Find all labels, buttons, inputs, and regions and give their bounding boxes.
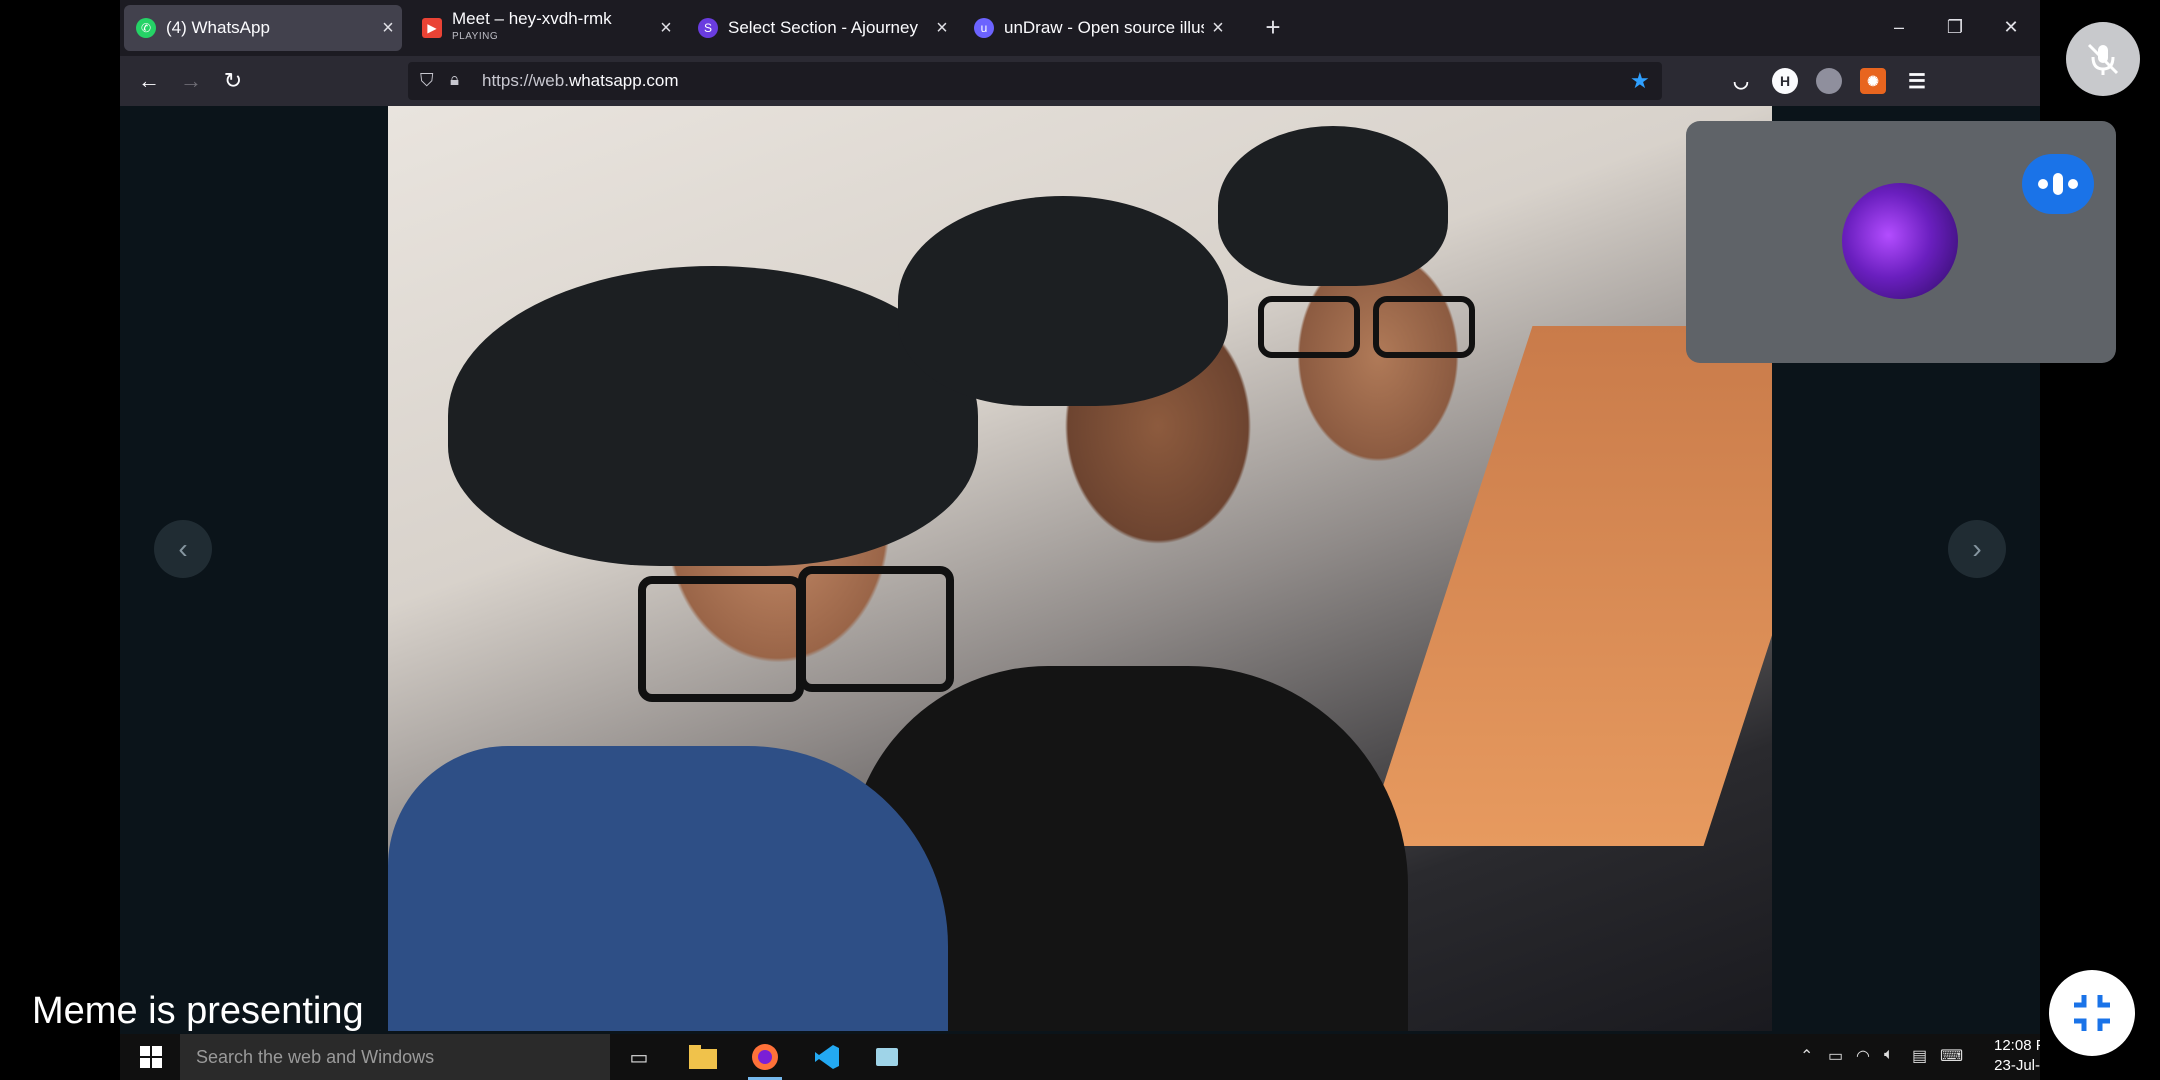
tab-meet[interactable]: ▶ Meet – hey-xvdh-rmk PLAYING × [410,5,680,51]
exit-fullscreen-icon [2074,995,2110,1031]
participant-avatar [1842,183,1958,299]
glasses-shape [1258,296,1360,358]
lock-icon[interactable]: 🔒︎ [450,70,459,90]
search-placeholder: Search the web and Windows [196,1047,435,1067]
windows-start-icon[interactable] [134,1040,168,1074]
presenting-label: Meme is presenting [32,990,364,1032]
forward-button[interactable]: → [174,64,208,98]
wifi-icon[interactable]: ◠ [1856,1046,1870,1066]
bookmark-star-icon[interactable]: ★ [1630,68,1650,94]
next-media-button[interactable]: › [1948,520,2006,578]
notifications-icon[interactable]: ▤ [1912,1046,1927,1066]
url-bar[interactable]: ⛉ 🔒︎ https://web.whatsapp.com ★ [408,62,1662,100]
restore-button[interactable]: ❐ [1932,10,1978,44]
windows-taskbar: Search the web and Windows ▭ ⌃ ▭ ◠ 🔈︎ ▤ … [120,1034,2040,1080]
hair-shape [898,196,1228,406]
close-icon[interactable]: × [1204,17,1232,40]
tab-label: (4) WhatsApp [166,18,270,37]
glasses-shape [1373,296,1475,358]
ajourney-icon: S [698,18,718,38]
tab-playing-label: PLAYING [452,31,499,42]
mic-off-icon [2087,43,2119,75]
pocket-icon[interactable]: ◡ [1728,68,1754,94]
url-text: https://web.whatsapp.com [482,71,679,90]
vscode-icon[interactable] [810,1040,844,1074]
close-icon[interactable]: × [928,17,956,40]
tab-whatsapp[interactable]: ✆ (4) WhatsApp × [124,5,402,51]
minimize-button[interactable]: – [1876,10,1922,44]
meet-participant-tile[interactable] [1686,121,2116,363]
file-explorer-icon[interactable] [686,1040,720,1074]
close-icon[interactable]: × [374,17,402,40]
previous-media-button[interactable]: ‹ [154,520,212,578]
firefox-icon[interactable] [748,1040,782,1080]
tab-label: unDraw - Open source illustratio [1004,18,1204,37]
speaking-indicator-icon [2022,154,2094,214]
desk-shape [1363,326,1772,846]
reload-button[interactable]: ↻ [216,64,250,98]
glasses-shape [638,576,804,702]
keyboard-icon[interactable]: ⌨ [1940,1046,1963,1066]
undraw-icon: u [974,18,994,38]
tab-undraw[interactable]: u unDraw - Open source illustratio × [962,5,1232,51]
clock-time: 12:08 P [1994,1037,2040,1054]
taskbar-search[interactable]: Search the web and Windows [180,1034,610,1080]
shirt-shape [388,746,948,1031]
extension-gear-icon[interactable]: ✺ [1860,68,1886,94]
clock-date: 23-Jul- [1994,1057,2040,1074]
meet-icon: ▶ [422,18,442,38]
glasses-shape [798,566,954,692]
exit-fullscreen-button[interactable] [2049,970,2135,1056]
browser-nav-bar: ← → ↻ ⛉ 🔒︎ https://web.whatsapp.com ★ ◡ … [120,56,2040,106]
new-tab-button[interactable]: + [1250,10,1296,44]
hair-shape [1218,126,1448,286]
tray-chevron-icon[interactable]: ⌃ [1800,1046,1813,1066]
extension-h-icon[interactable]: H [1772,68,1798,94]
mic-off-button[interactable] [2066,22,2140,96]
app-icon[interactable] [870,1040,904,1074]
task-view-icon[interactable]: ▭ [622,1040,656,1074]
extension-circle-icon[interactable] [1816,68,1842,94]
menu-icon[interactable]: ☰ [1904,68,1930,94]
browser-tab-bar: ✆ (4) WhatsApp × ▶ Meet – hey-xvdh-rmk P… [120,0,2040,56]
taskbar-clock[interactable]: 12:08 P 23-Jul- [1994,1036,2040,1076]
group-selfie-photo [388,106,1772,1031]
close-icon[interactable]: × [652,17,680,40]
volume-muted-icon[interactable]: 🔈︎ [1884,1046,1894,1064]
back-button[interactable]: ← [132,64,166,98]
battery-icon[interactable]: ▭ [1828,1046,1843,1066]
tab-ajourney[interactable]: S Select Section - Ajourney × [686,5,956,51]
shield-icon[interactable]: ⛉ [420,70,434,91]
close-window-button[interactable]: ✕ [1988,10,2034,44]
tab-label: Meet – hey-xvdh-rmk [452,10,612,28]
whatsapp-icon: ✆ [136,18,156,38]
tab-label: Select Section - Ajourney [728,18,918,37]
